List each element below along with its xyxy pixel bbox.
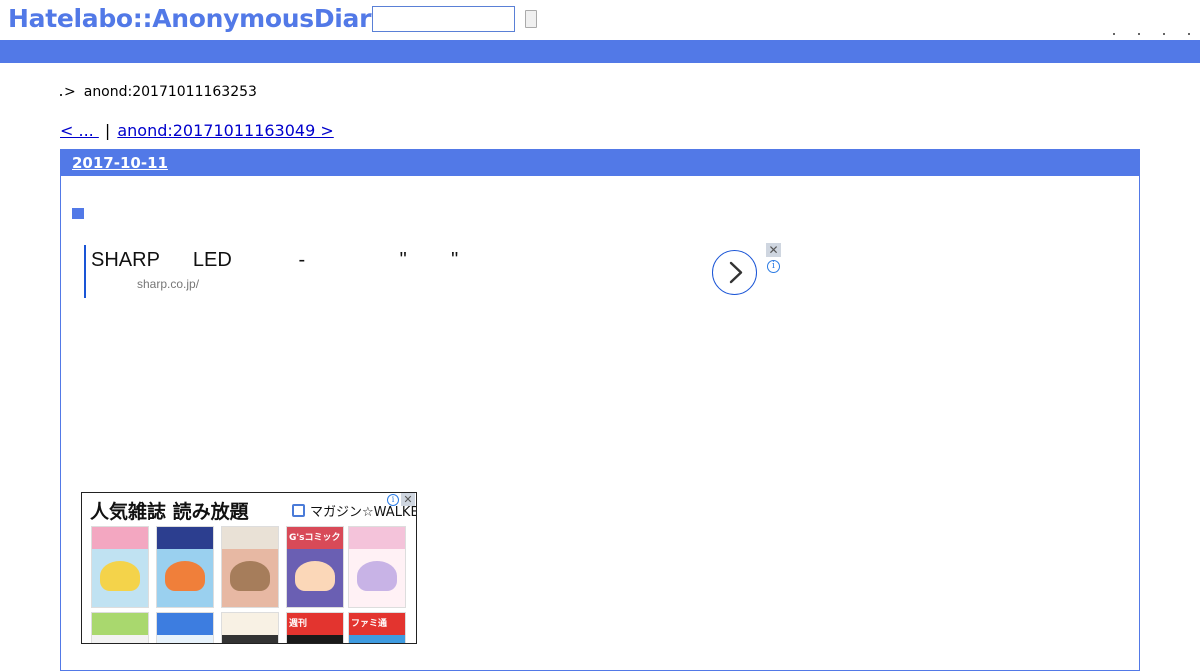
square-icon: [72, 208, 84, 219]
magazine-cover: [156, 526, 214, 608]
breadcrumb-current: anond:20171011163253: [83, 84, 257, 100]
prev-entry-link[interactable]: < ...: [60, 121, 99, 140]
image-ad-headline: 人気雑誌 読み放題: [90, 501, 249, 523]
header-link-3[interactable]: [1162, 33, 1165, 35]
section-permalink[interactable]: [72, 206, 87, 222]
info-icon[interactable]: i: [767, 260, 780, 273]
chevron-right-icon: [729, 261, 743, 284]
magazine-cover: G'sコミック: [286, 526, 344, 608]
magazine-cover-title: 週刊: [289, 619, 308, 629]
day-section: 2017-10-11 SHARP LED - " " sharp.co.jp/ …: [60, 149, 1140, 671]
magazine-cover-title: ファミ通: [351, 619, 388, 629]
magazine-cover-title: G'sコミック: [289, 533, 341, 543]
magazine-cover: [348, 526, 406, 608]
header-link-4[interactable]: [1188, 33, 1190, 35]
magazine-cover: [221, 612, 279, 643]
search-input[interactable]: [372, 6, 515, 32]
ad-url[interactable]: sharp.co.jp/: [137, 277, 199, 291]
ad-title[interactable]: SHARP LED - " ": [91, 249, 458, 272]
breadcrumb-home-link[interactable]: [60, 94, 62, 96]
search-button[interactable]: [525, 10, 537, 28]
ad-arrow-button[interactable]: [712, 250, 757, 295]
image-ad[interactable]: 人気雑誌 読み放題 マガジン☆WALKER i ✕ G'sコミック 週刊 ファミ通: [81, 492, 417, 644]
site-header: Hatelabo::AnonymousDiary: [0, 0, 1200, 40]
magazine-cover: [221, 526, 279, 608]
magazine-cover: [91, 612, 149, 643]
entry-pager: < ... | anond:20171011163049 >: [60, 121, 334, 140]
image-ad-brand: マガジン☆WALKER: [292, 501, 416, 520]
pager-divider: |: [104, 121, 111, 140]
close-icon[interactable]: ✕: [766, 243, 781, 257]
next-entry-link[interactable]: anond:20171011163049 >: [117, 121, 333, 140]
breadcrumb: > anond:20171011163253: [60, 84, 257, 100]
ad-accent-rule: [84, 245, 86, 298]
close-icon[interactable]: ✕: [401, 493, 415, 506]
header-link-2[interactable]: [1137, 33, 1140, 35]
header-link-1[interactable]: [1112, 33, 1115, 35]
magazine-cover: ファミ通: [348, 612, 406, 643]
brand-logo-icon: [292, 504, 305, 517]
day-date-link[interactable]: 2017-10-11: [72, 154, 168, 172]
magazine-cover: [91, 526, 149, 608]
text-ad[interactable]: SHARP LED - " " sharp.co.jp/ ✕ i: [84, 243, 784, 298]
site-logo[interactable]: Hatelabo::AnonymousDiary: [8, 4, 387, 33]
info-icon[interactable]: i: [387, 494, 399, 506]
header-bar: [0, 40, 1200, 63]
magazine-cover: [156, 612, 214, 643]
breadcrumb-separator: >: [64, 84, 76, 100]
magazine-cover: 週刊: [286, 612, 344, 643]
day-header: 2017-10-11: [61, 150, 1139, 176]
header-nav: [1095, 16, 1190, 35]
